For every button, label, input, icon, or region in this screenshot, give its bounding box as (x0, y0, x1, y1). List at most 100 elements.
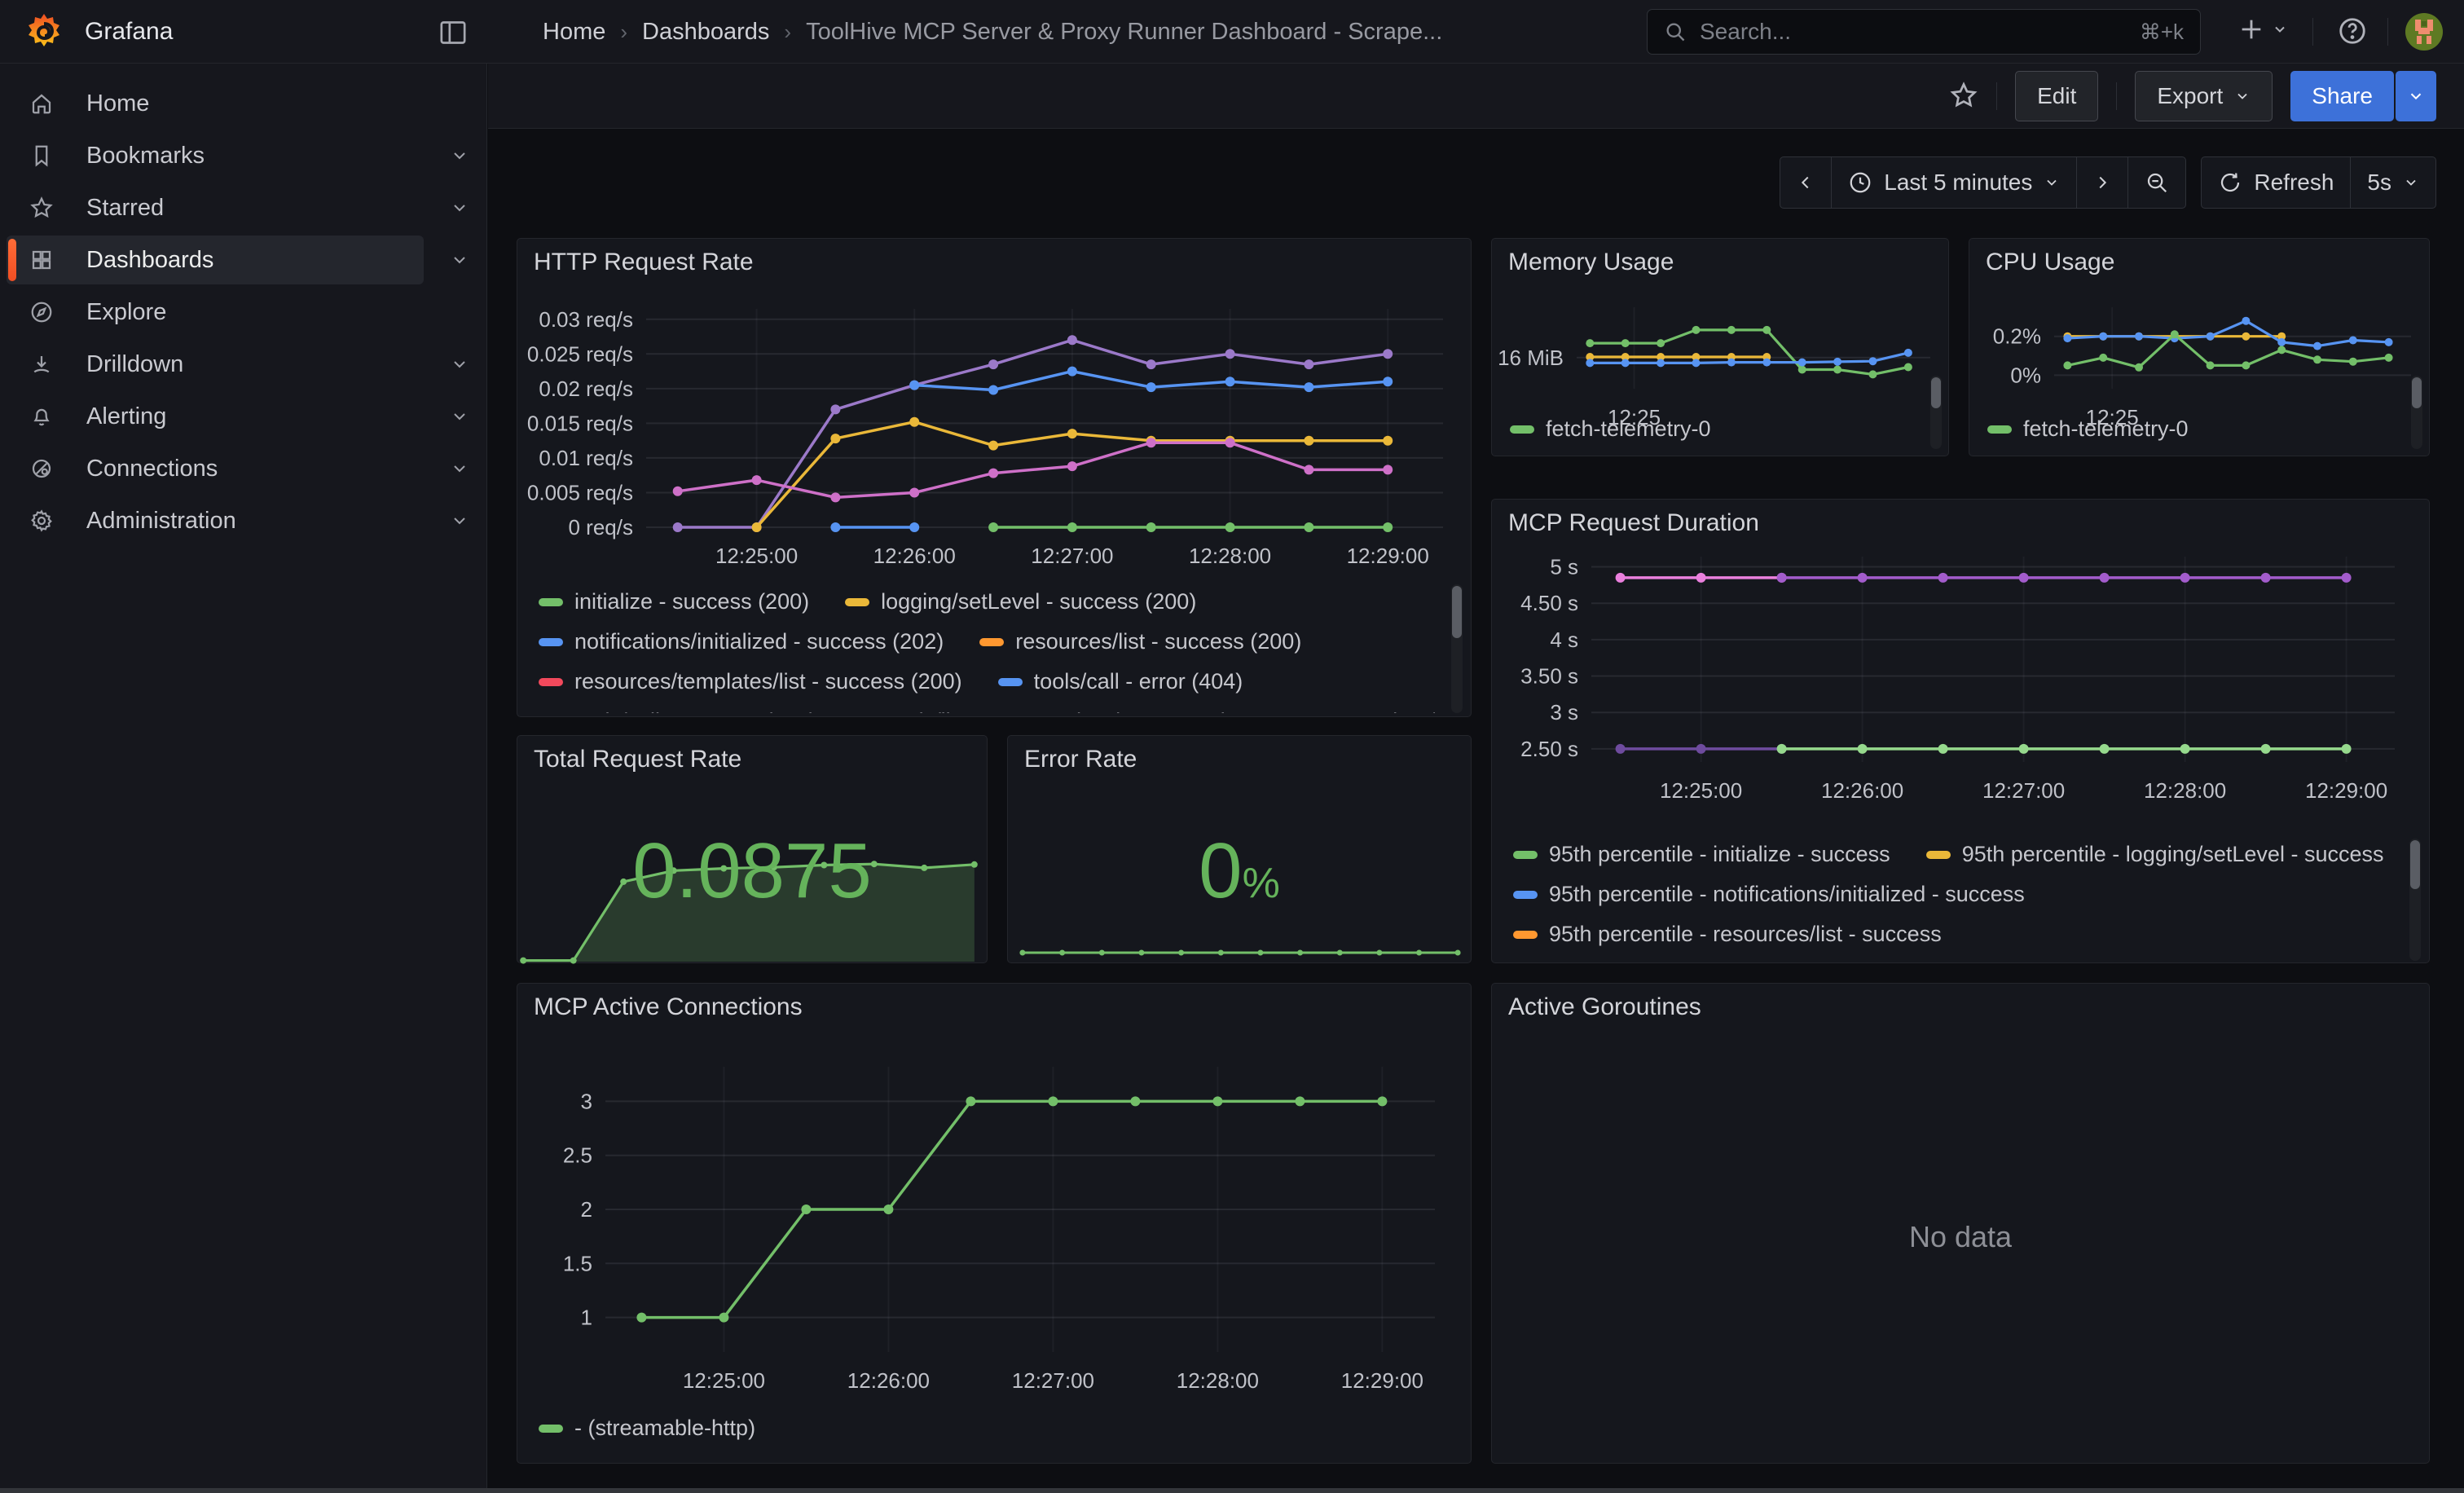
favorite-star-button[interactable] (1949, 81, 1978, 112)
panel-title[interactable]: CPU Usage (1986, 249, 2114, 276)
mcp-request-duration-chart[interactable]: 12:25:0012:26:0012:27:0012:28:0012:29:00… (1492, 545, 2431, 839)
legend-row: tools/call - success (200) tools/list - s… (539, 709, 1435, 713)
legend-swatch (1926, 851, 1951, 859)
svg-text:12:26:00: 12:26:00 (1821, 778, 1903, 803)
panel-title[interactable]: Active Goroutines (1508, 993, 1701, 1021)
chevron-down-icon (2403, 174, 2419, 191)
chevron-down-icon[interactable] (450, 459, 469, 478)
refresh-group: Refresh 5s (2201, 156, 2436, 209)
time-range-picker[interactable]: Last 5 minutes (1831, 157, 2076, 208)
memory-usage-chart[interactable]: 12:2516 MiB (1492, 288, 1950, 418)
legend-scrollbar[interactable] (1930, 376, 1942, 449)
legend-item[interactable]: unknown - success (200) (1160, 709, 1435, 713)
legend-scrollbar[interactable] (2409, 839, 2421, 961)
sidebar-item-drilldown[interactable]: Drilldown (0, 338, 487, 390)
drilldown-icon (29, 352, 54, 377)
panel-title[interactable]: Memory Usage (1508, 249, 1674, 276)
time-range-group: Last 5 minutes (1780, 156, 2186, 209)
dashboard-toolbar: Edit Export Share (488, 64, 2464, 129)
legend-item[interactable]: fetch-telemetry-0 (1510, 416, 1711, 442)
share-button[interactable]: Share (2290, 71, 2394, 121)
http-request-rate-chart[interactable]: 12:25:0012:26:0012:27:0012:28:0012:29:00… (517, 284, 1472, 578)
legend-scrollbar[interactable] (2411, 376, 2422, 449)
svg-text:1.5: 1.5 (563, 1251, 592, 1275)
legend-item[interactable]: 95th percentile - initialize - success (1513, 842, 1890, 867)
breadcrumb-home[interactable]: Home (543, 19, 605, 46)
legend: - (streamable-http) (539, 1416, 1435, 1451)
breadcrumb-dashboards[interactable]: Dashboards (642, 19, 769, 46)
sidebar-item-dashboards[interactable]: Dashboards (0, 234, 487, 286)
svg-text:3 s: 3 s (1550, 700, 1578, 724)
zoom-out-button[interactable] (2127, 157, 2185, 208)
svg-text:0.025 req/s: 0.025 req/s (527, 341, 633, 366)
legend-item[interactable]: notifications/initialized - success (202… (539, 629, 944, 654)
panel-title[interactable]: MCP Request Duration (1508, 509, 1759, 537)
svg-text:0%: 0% (2010, 363, 2041, 387)
legend-label: initialize - success (200) (574, 589, 809, 614)
panel-title[interactable]: HTTP Request Rate (534, 249, 754, 276)
sidebar-item-starred[interactable]: Starred (0, 182, 487, 234)
legend-item[interactable]: 95th percentile - resources/list - succe… (1513, 922, 1942, 947)
panel-title[interactable]: MCP Active Connections (534, 993, 803, 1021)
time-forward-button[interactable] (2076, 157, 2127, 208)
divider (1996, 82, 1997, 110)
legend-item[interactable]: 95th percentile - notifications/initiali… (1513, 882, 2025, 907)
legend-item[interactable]: fetch-telemetry-0 (1987, 416, 2189, 442)
help-button[interactable] (2337, 15, 2368, 46)
edit-button[interactable]: Edit (2015, 71, 2098, 121)
grafana-logo-icon[interactable] (24, 12, 64, 51)
sidebar-item-alerting[interactable]: Alerting (0, 390, 487, 443)
chevron-down-icon[interactable] (450, 511, 469, 531)
refresh-interval-picker[interactable]: 5s (2350, 157, 2435, 208)
chevron-down-icon[interactable] (450, 407, 469, 426)
sidebar-toggle-icon[interactable] (437, 16, 469, 49)
time-back-button[interactable] (1780, 157, 1831, 208)
mcp-active-connections-chart[interactable]: 12:25:0012:26:0012:27:0012:28:0012:29:00… (517, 1029, 1472, 1437)
legend-label: notifications/initialized - success (202… (574, 629, 944, 654)
legend-item[interactable]: tools/call - success (200) (539, 709, 816, 713)
search-input[interactable]: Search... ⌘+k (1647, 9, 2201, 55)
panel-title[interactable]: Error Rate (1024, 746, 1137, 773)
legend-item[interactable]: tools/call - error (404) (998, 669, 1243, 694)
chevron-right-icon (2093, 174, 2111, 192)
legend-item[interactable]: logging/setLevel - success (200) (845, 589, 1196, 614)
legend: 95th percentile - initialize - success 95… (1513, 842, 2393, 961)
sidebar-item-connections[interactable]: Connections (0, 443, 487, 495)
sidebar-item-home[interactable]: Home (0, 77, 487, 130)
refresh-button[interactable]: Refresh (2202, 157, 2350, 208)
grafana-app: Grafana Home › Dashboards › ToolHive MCP… (0, 0, 2464, 1493)
svg-text:0.02 req/s: 0.02 req/s (539, 377, 633, 401)
chart-svg: 12:25:0012:26:0012:27:0012:28:0012:29:00… (1492, 545, 2431, 839)
no-data-message: No data (1492, 1220, 2429, 1254)
search-icon (1664, 20, 1687, 43)
legend-item[interactable]: - (streamable-http) (539, 1416, 755, 1441)
panel-cpu-usage: CPU Usage 12:250.2%0% fetch-telemetry-0 (1969, 238, 2430, 456)
svg-text:0.015 req/s: 0.015 req/s (527, 411, 633, 435)
sidebar-item-bookmarks[interactable]: Bookmarks (0, 130, 487, 182)
chevron-down-icon[interactable] (450, 355, 469, 374)
chevron-down-icon (2407, 87, 2425, 105)
chevron-down-icon[interactable] (450, 146, 469, 165)
legend-scrollbar[interactable] (1451, 584, 1463, 713)
panel-title[interactable]: Total Request Rate (534, 746, 741, 773)
cpu-usage-chart[interactable]: 12:250.2%0% (1969, 288, 2431, 418)
legend: fetch-telemetry-0 (1510, 416, 1916, 452)
chevron-left-icon (1797, 174, 1815, 192)
sidebar-item-explore[interactable]: Explore (0, 286, 487, 338)
svg-text:16 MiB: 16 MiB (1498, 346, 1564, 370)
breadcrumb: Home › Dashboards › ToolHive MCP Server … (543, 19, 1442, 46)
legend-item[interactable]: resources/templates/list - success (200) (539, 669, 962, 694)
share-menu-button[interactable] (2396, 71, 2436, 121)
home-icon (29, 91, 54, 116)
legend-item[interactable]: resources/list - success (200) (979, 629, 1301, 654)
export-button[interactable]: Export (2135, 71, 2273, 121)
chevron-down-icon[interactable] (450, 198, 469, 218)
legend-item[interactable]: initialize - success (200) (539, 589, 809, 614)
legend-item[interactable]: tools/list - success (200) (852, 709, 1124, 713)
add-button[interactable] (2237, 15, 2288, 43)
chevron-down-icon[interactable] (450, 250, 469, 270)
legend-item[interactable]: 95th percentile - logging/setLevel - suc… (1926, 842, 2384, 867)
sidebar-item-administration[interactable]: Administration (0, 495, 487, 547)
bottom-scrollbar[interactable] (0, 1488, 2464, 1493)
avatar[interactable] (2405, 13, 2443, 55)
